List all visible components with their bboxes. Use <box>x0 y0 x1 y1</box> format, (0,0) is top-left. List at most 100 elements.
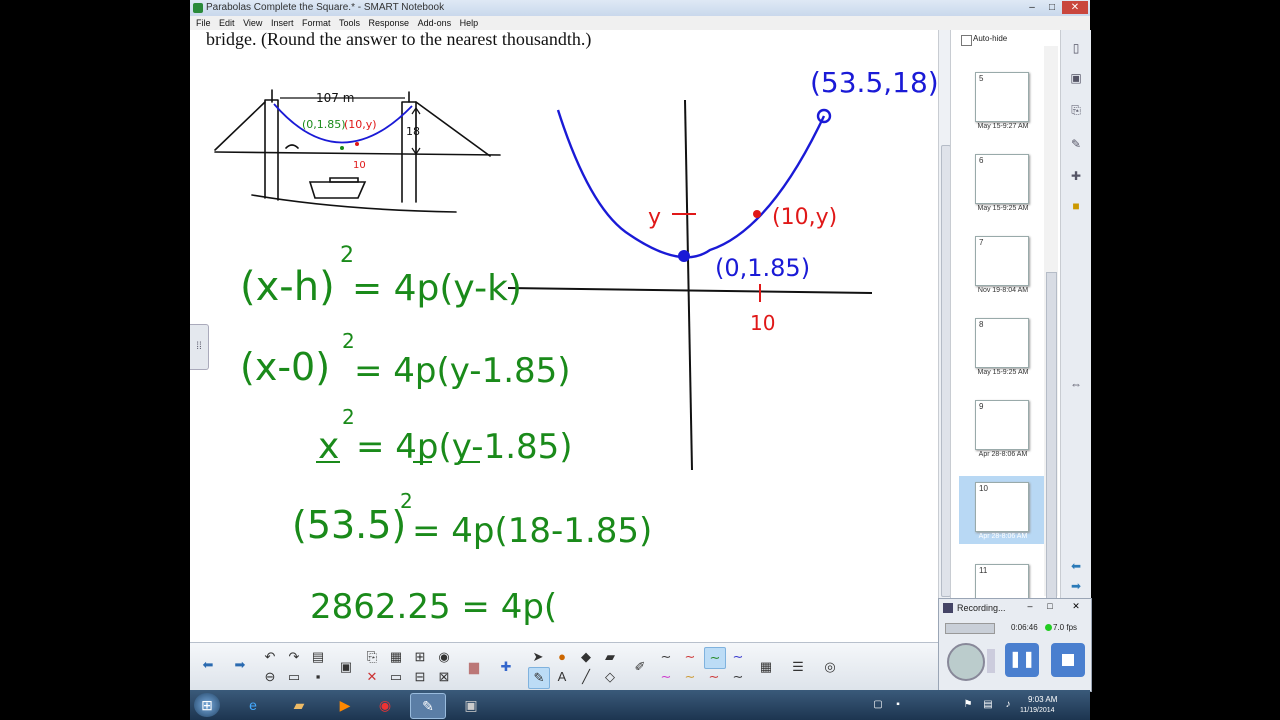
pen-style-button[interactable]: ∼ <box>704 667 724 687</box>
menu-format[interactable]: Format <box>302 16 331 30</box>
volume-icon[interactable]: ♪ <box>1000 693 1016 717</box>
smart-notebook-task-icon[interactable]: ✎ <box>410 693 446 719</box>
internet-explorer-icon[interactable]: e <box>236 693 270 717</box>
close-button[interactable]: ✕ <box>1062 1 1088 14</box>
previous-page-button[interactable]: ⬅ <box>198 655 218 675</box>
pen-red-button[interactable]: ∼ <box>680 647 700 667</box>
recorder-close-button[interactable]: ✕ <box>1069 601 1083 611</box>
pen-black-button[interactable]: ∼ <box>656 647 676 667</box>
tray-icon[interactable]: ▪ <box>890 693 906 717</box>
response-button[interactable]: ✚ <box>496 657 516 677</box>
highlighter-tool-button[interactable]: ▰ <box>600 647 620 667</box>
menu-view[interactable]: View <box>243 16 262 30</box>
display-button[interactable]: ▣ <box>336 657 356 677</box>
camera-button[interactable]: ◉ <box>434 647 454 667</box>
file-explorer-icon[interactable]: ▰ <box>282 693 316 717</box>
select-tool-button[interactable]: ➤ <box>528 647 548 667</box>
line-tool-button[interactable]: ╱ <box>576 667 596 687</box>
fill-tool-button[interactable]: ◇ <box>600 667 620 687</box>
menu-bar: File Edit View Insert Format Tools Respo… <box>190 16 1090 30</box>
pen-orange-button[interactable]: ∼ <box>680 667 700 687</box>
save-button[interactable]: ▪ <box>308 667 328 687</box>
page-thumbnail-selected[interactable]: 10 <box>975 482 1029 532</box>
magic-pen-button[interactable]: ● <box>552 647 572 667</box>
eq1-exponent: 2 <box>340 243 354 268</box>
recorder-restore-button[interactable]: □ <box>1043 601 1057 611</box>
ink-layer: 107 m (0,1.85) (10,y) 18 10 (53.5,18) (1… <box>214 66 938 627</box>
autohide-checkbox[interactable] <box>961 35 972 46</box>
menu-help[interactable]: Help <box>460 16 479 30</box>
record-button[interactable] <box>947 643 985 681</box>
page-caption: May 15-9:27 AM <box>977 123 1029 130</box>
clock-time[interactable]: 9:03 AM <box>1028 695 1057 704</box>
menu-file[interactable]: File <box>196 16 211 30</box>
pen-magenta-button[interactable]: ∼ <box>656 667 676 687</box>
page-thumbnail[interactable]: 8 <box>975 318 1029 368</box>
attachments-tab-icon[interactable]: ⎘ <box>1068 102 1084 118</box>
page-thumbnail[interactable]: 11 <box>975 564 1029 600</box>
line-style-button[interactable]: ☰ <box>788 657 808 677</box>
title-bar: Parabolas Complete the Square.* - SMART … <box>190 0 1090 16</box>
properties-button[interactable]: ◎ <box>820 657 840 677</box>
expand-arrows-icon[interactable]: ⇔ <box>1068 376 1084 392</box>
document-camera-button[interactable]: ▆ <box>464 657 484 677</box>
height-label: 18 <box>406 125 420 138</box>
screen-capture-button[interactable]: ▦ <box>386 647 406 667</box>
menu-insert[interactable]: Insert <box>271 16 294 30</box>
page-thumbnail[interactable]: 6 <box>975 154 1029 204</box>
arrow-left-icon[interactable]: ⬅ <box>1068 558 1084 574</box>
fullscreen-button[interactable]: ▭ <box>386 667 406 687</box>
menu-add-ons[interactable]: Add-ons <box>418 16 452 30</box>
close-view-button[interactable]: ⊠ <box>434 667 454 687</box>
media-player-icon[interactable]: ▶ <box>328 693 362 717</box>
pen-tool-button[interactable]: ✎ <box>528 667 550 689</box>
minimize-button[interactable]: – <box>1022 1 1042 14</box>
arrow-right-icon[interactable]: ➡ <box>1068 578 1084 594</box>
chrome-icon[interactable]: ◉ <box>368 693 402 717</box>
tray-icon[interactable]: ▢ <box>870 693 886 717</box>
response-tab-icon[interactable]: ■ <box>1068 198 1084 214</box>
delete-page-button[interactable]: ⊖ <box>260 667 280 687</box>
whiteboard-canvas[interactable]: bridge. (Round the answer to the nearest… <box>190 30 938 642</box>
side-handle[interactable]: ⁞⁞ <box>190 324 209 370</box>
stop-button[interactable] <box>1051 643 1085 677</box>
network-icon[interactable]: ▤ <box>980 693 996 717</box>
start-button[interactable]: ⊞ <box>194 693 220 717</box>
page-thumbnail[interactable]: 5 <box>975 72 1029 122</box>
flag-icon[interactable]: ⚑ <box>960 693 976 717</box>
redo-button[interactable]: ↷ <box>284 647 304 667</box>
insert-table-button[interactable]: ⊞ <box>410 647 430 667</box>
addons-tab-icon[interactable]: ✚ <box>1068 168 1084 184</box>
undo-button[interactable]: ↶ <box>260 647 280 667</box>
menu-edit[interactable]: Edit <box>219 16 235 30</box>
recorder-task-icon[interactable]: ▣ <box>454 693 488 717</box>
page-thumbnail[interactable]: 7 <box>975 236 1029 286</box>
pen-green-button[interactable]: ∼ <box>704 647 726 669</box>
next-page-button[interactable]: ➡ <box>230 655 250 675</box>
menu-tools[interactable]: Tools <box>339 16 360 30</box>
gallery-tab-icon[interactable]: ▣ <box>1068 70 1084 86</box>
recorder-minimize-button[interactable]: – <box>1023 601 1037 611</box>
screen-shade-button[interactable]: ▭ <box>284 667 304 687</box>
page-sorter-scroll-thumb[interactable] <box>1046 272 1057 604</box>
open-file-button[interactable]: ▤ <box>308 647 328 667</box>
eraser-tool-button[interactable]: ◆ <box>576 647 596 667</box>
clock-date[interactable]: 11/19/2014 <box>1020 707 1055 714</box>
delete-button[interactable]: ✕ <box>362 667 382 687</box>
record-dropdown-chevron-icon[interactable] <box>987 649 995 673</box>
page-sorter-tab-icon[interactable]: ▯ <box>1068 40 1084 56</box>
paste-button[interactable]: ⎘ <box>362 647 382 667</box>
properties-tab-icon[interactable]: ✎ <box>1068 136 1084 152</box>
dual-page-button[interactable]: ⊟ <box>410 667 430 687</box>
recorder-progress <box>945 623 995 634</box>
color-palette-button[interactable]: ▦ <box>756 657 776 677</box>
pen-blue-button[interactable]: ∼ <box>728 647 748 667</box>
page-sorter-scrollbar[interactable] <box>1044 46 1058 604</box>
page-thumbnail[interactable]: 9 <box>975 400 1029 450</box>
maximize-button[interactable]: □ <box>1042 1 1062 14</box>
text-tool-button[interactable]: A <box>552 667 572 687</box>
menu-response[interactable]: Response <box>369 16 410 30</box>
pens-button[interactable]: ✐ <box>630 657 650 677</box>
pen-thin-button[interactable]: ∼ <box>728 667 748 687</box>
pause-button[interactable]: ❚❚ <box>1005 643 1039 677</box>
